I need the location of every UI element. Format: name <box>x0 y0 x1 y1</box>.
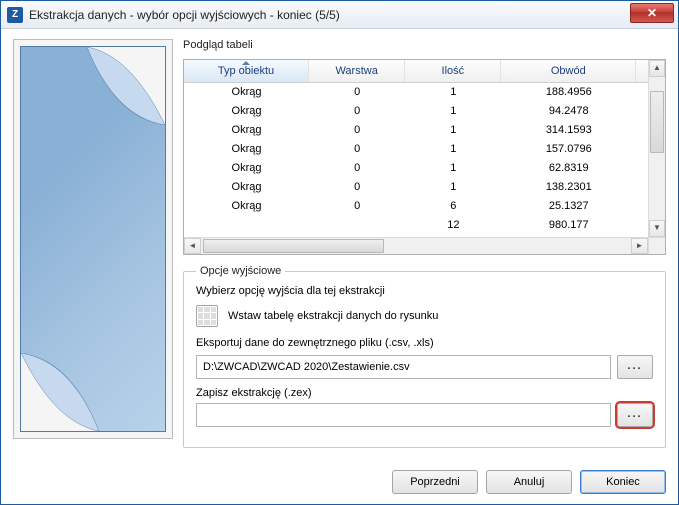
col-header-type[interactable]: Typ obiektu <box>184 60 309 82</box>
page-fold-top-icon <box>87 47 165 125</box>
hscroll-track[interactable] <box>201 238 631 254</box>
table-cell: 0 <box>309 140 405 159</box>
finish-button[interactable]: Koniec <box>580 470 666 494</box>
table-cell: 12 <box>405 216 501 235</box>
table-row[interactable]: Okrąg01138.2301 <box>184 178 665 197</box>
vscroll-track[interactable] <box>649 77 665 220</box>
table-cell: 62.8319 <box>501 159 636 178</box>
table-row[interactable]: Okrąg01157.0796 <box>184 140 665 159</box>
page-fold-bottom-icon <box>21 353 99 431</box>
table-cell: 0 <box>309 178 405 197</box>
export-path-input[interactable] <box>196 355 611 379</box>
scroll-corner <box>648 237 665 254</box>
scroll-up-icon[interactable]: ▲ <box>649 60 665 77</box>
dialog-buttons: Poprzedni Anuluj Koniec <box>1 464 678 504</box>
output-options-legend: Opcje wyjściowe <box>196 265 285 277</box>
vscroll-thumb[interactable] <box>650 91 664 153</box>
app-icon: Z <box>7 7 23 23</box>
export-path-row: ... <box>196 355 653 379</box>
table-cell: Okrąg <box>184 159 309 178</box>
zex-browse-button[interactable]: ... <box>617 403 653 427</box>
col-header-layer[interactable]: Warstwa <box>309 60 405 82</box>
scroll-down-icon[interactable]: ▼ <box>649 220 665 237</box>
table-cell: 188.4956 <box>501 83 636 102</box>
table-cell: 1 <box>405 159 501 178</box>
table-cell: 138.2301 <box>501 178 636 197</box>
choose-output-label: Wybierz opcję wyjścia dla tej ekstrakcji <box>196 285 653 297</box>
export-file-label: Eksportuj dane do zewnętrznego pliku (.c… <box>196 337 653 349</box>
table-cell: Okrąg <box>184 140 309 159</box>
client-area: Podgląd tabeli Typ obiektu Warstwa Ilość… <box>1 29 678 464</box>
table-cell: 1 <box>405 83 501 102</box>
table-cell: 1 <box>405 178 501 197</box>
insert-table-icon[interactable] <box>196 305 218 327</box>
table-row[interactable]: Okrąg0625.1327 <box>184 197 665 216</box>
table-cell: 6 <box>405 197 501 216</box>
table-row[interactable]: 12980.177 <box>184 216 665 235</box>
table-header: Typ obiektu Warstwa Ilość Obwód <box>184 60 665 83</box>
hscroll-thumb[interactable] <box>203 239 384 253</box>
insert-table-row: Wstaw tabelę ekstrakcji danych do rysunk… <box>196 305 653 327</box>
table-caption: Podgląd tabeli <box>183 39 666 51</box>
table-cell: 0 <box>309 121 405 140</box>
table-cell: 25.1327 <box>501 197 636 216</box>
table-cell: 1 <box>405 121 501 140</box>
table-cell: 1 <box>405 140 501 159</box>
preview-panel <box>13 39 173 439</box>
table-cell: Okrąg <box>184 121 309 140</box>
horizontal-scrollbar[interactable]: ◄ ► <box>184 237 648 254</box>
table-cell: 980.177 <box>501 216 636 235</box>
table-cell: 0 <box>309 159 405 178</box>
table-cell: 0 <box>309 83 405 102</box>
table-cell: 157.0796 <box>501 140 636 159</box>
preview-table[interactable]: Typ obiektu Warstwa Ilość Obwód Okrąg011… <box>183 59 666 255</box>
table-cell: 94.2478 <box>501 102 636 121</box>
insert-table-label: Wstaw tabelę ekstrakcji danych do rysunk… <box>228 310 438 322</box>
table-cell: 1 <box>405 102 501 121</box>
col-header-count[interactable]: Ilość <box>405 60 501 82</box>
close-button[interactable]: ✕ <box>630 3 674 23</box>
zex-path-input[interactable] <box>196 403 611 427</box>
previous-button[interactable]: Poprzedni <box>392 470 478 494</box>
table-cell: 0 <box>309 102 405 121</box>
table-row[interactable]: Okrąg0194.2478 <box>184 102 665 121</box>
window-title: Ekstrakcja danych - wybór opcji wyjściow… <box>29 8 340 22</box>
table-cell: Okrąg <box>184 197 309 216</box>
table-body: Okrąg01188.4956Okrąg0194.2478Okrąg01314.… <box>184 83 665 254</box>
table-row[interactable]: Okrąg01314.1593 <box>184 121 665 140</box>
titlebar: Z Ekstrakcja danych - wybór opcji wyjści… <box>1 1 678 29</box>
zex-path-row: ... <box>196 403 653 427</box>
export-browse-button[interactable]: ... <box>617 355 653 379</box>
output-options-group: Opcje wyjściowe Wybierz opcję wyjścia dl… <box>183 265 666 448</box>
table-cell: Okrąg <box>184 83 309 102</box>
table-cell: 0 <box>309 197 405 216</box>
table-cell: Okrąg <box>184 102 309 121</box>
right-column: Podgląd tabeli Typ obiektu Warstwa Ilość… <box>183 39 666 454</box>
scroll-left-icon[interactable]: ◄ <box>184 238 201 254</box>
vertical-scrollbar[interactable]: ▲ ▼ <box>648 60 665 237</box>
scroll-right-icon[interactable]: ► <box>631 238 648 254</box>
table-row[interactable]: Okrąg01188.4956 <box>184 83 665 102</box>
dialog-window: Z Ekstrakcja danych - wybór opcji wyjści… <box>0 0 679 505</box>
table-cell <box>184 216 309 235</box>
cancel-button[interactable]: Anuluj <box>486 470 572 494</box>
preview-image <box>20 46 166 432</box>
table-row[interactable]: Okrąg0162.8319 <box>184 159 665 178</box>
col-header-perimeter[interactable]: Obwód <box>501 60 636 82</box>
table-cell <box>309 216 405 235</box>
table-cell: Okrąg <box>184 178 309 197</box>
save-zex-label: Zapisz ekstrakcję (.zex) <box>196 387 653 399</box>
table-cell: 314.1593 <box>501 121 636 140</box>
